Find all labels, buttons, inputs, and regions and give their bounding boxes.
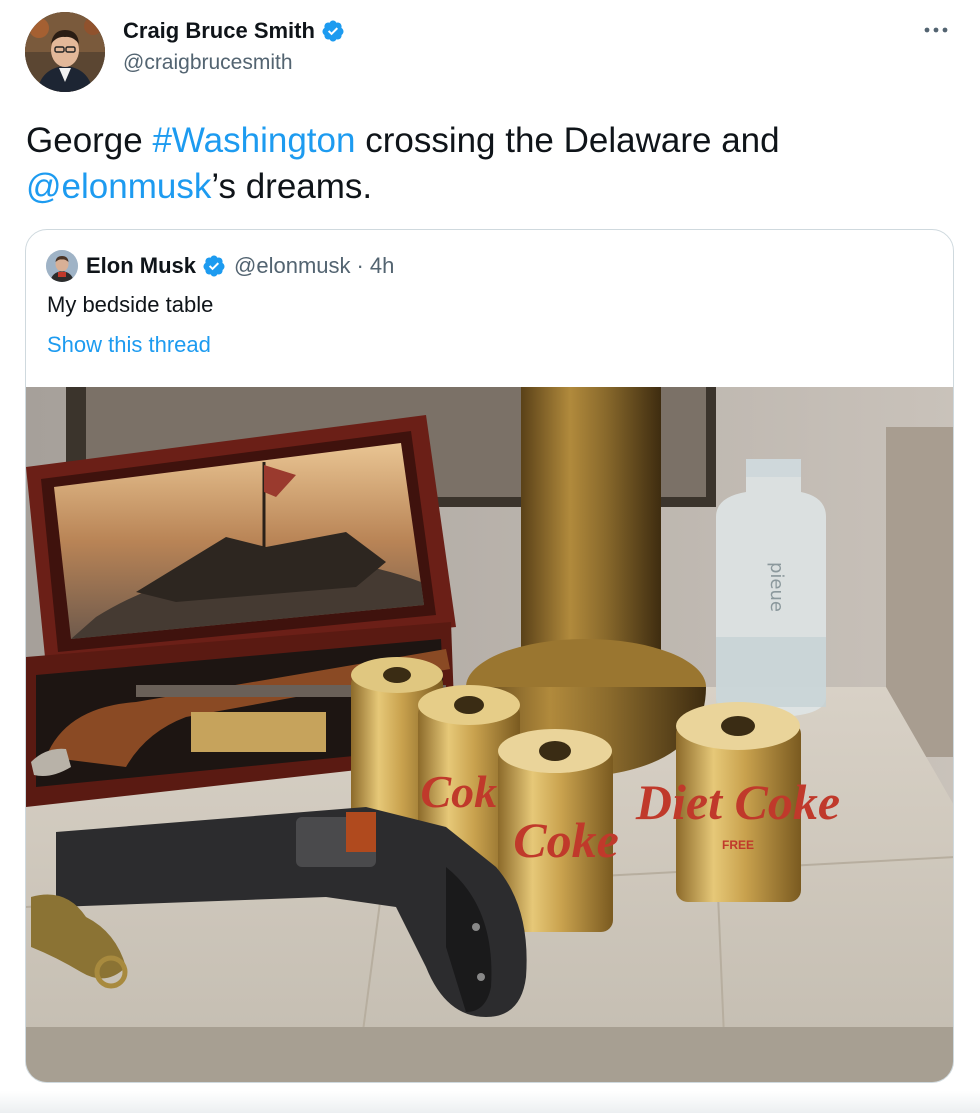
author-avatar[interactable] [25, 12, 105, 92]
page-bottom-edge [0, 1091, 980, 1113]
hashtag-link[interactable]: #Washington [152, 121, 355, 160]
quoted-tweet-text: My bedside table [47, 292, 214, 317]
tweet-text-part: George [26, 121, 153, 160]
quoted-author-name[interactable]: Elon Musk [86, 253, 196, 279]
quoted-author-avatar[interactable] [46, 250, 78, 282]
verified-badge-icon [322, 20, 344, 42]
bottle-label: pieue [766, 562, 787, 612]
tweet-text-part: crossing the Delaware and [355, 121, 780, 160]
quoted-tweet-header: Elon Musk @elonmusk · 4h [46, 250, 394, 282]
mention-link[interactable]: @elonmusk [26, 167, 211, 206]
author-info: Craig Bruce Smith @craigbrucesmith [123, 18, 345, 75]
can-label: FREE [722, 838, 754, 852]
verified-badge-icon [203, 255, 225, 277]
author-name[interactable]: Craig Bruce Smith [123, 18, 315, 44]
quoted-tweet-card[interactable]: Elon Musk @elonmusk · 4h My bedside tabl… [25, 229, 954, 1083]
author-name-row: Craig Bruce Smith [123, 18, 345, 44]
can-label: Diet Coke [635, 774, 840, 830]
tweet-text-part: ’s dreams. [211, 167, 373, 206]
quoted-tweet-image[interactable]: pieue Coke Coke Diet Coke FREE [26, 387, 954, 1083]
tweet-text: George #Washington crossing the Delaware… [26, 118, 946, 210]
quoted-author-handle[interactable]: @elonmusk [234, 253, 351, 279]
can-label: Coke [513, 812, 619, 868]
separator-dot: · [356, 253, 364, 278]
quoted-timestamp[interactable]: 4h [370, 253, 394, 279]
more-horizontal-icon[interactable] [922, 20, 950, 40]
show-thread-link[interactable]: Show this thread [47, 332, 211, 358]
author-handle[interactable]: @craigbrucesmith [123, 51, 345, 75]
